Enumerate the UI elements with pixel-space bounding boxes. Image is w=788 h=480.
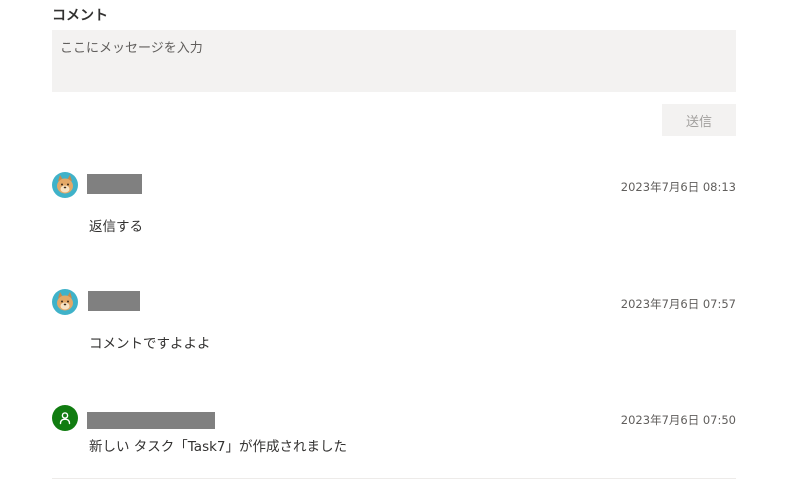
comment-input[interactable] <box>52 30 736 92</box>
comment-message: 新しい タスク「Task7」が作成されました <box>89 439 348 455</box>
comment-timestamp: 2023年7月6日 08:13 <box>620 180 736 194</box>
dog-avatar-icon <box>57 292 73 311</box>
comment-item: 2023年7月6日 07:50 新しい タスク「Task7」が作成されました <box>52 405 736 455</box>
dog-avatar-icon <box>57 175 73 194</box>
comment-timestamp: 2023年7月6日 07:57 <box>620 297 736 311</box>
person-icon <box>52 405 78 431</box>
author-name-redacted <box>87 412 215 429</box>
person-icon-glyph <box>59 412 71 425</box>
dog-avatar <box>52 289 78 315</box>
comment-timestamp: 2023年7月6日 07:50 <box>620 413 736 427</box>
author-name-redacted <box>88 291 140 311</box>
comment-message: コメントですよよよ <box>89 336 211 352</box>
comment-item: 2023年7月6日 08:13 返信する <box>52 172 736 235</box>
dog-avatar <box>52 172 78 198</box>
send-button[interactable]: 送信 <box>662 104 736 136</box>
author-name-redacted <box>87 174 142 194</box>
divider <box>52 478 736 479</box>
comments-heading: コメント <box>52 8 108 24</box>
comment-message: 返信する <box>89 219 143 235</box>
comment-item: 2023年7月6日 07:57 コメントですよよよ <box>52 289 736 352</box>
